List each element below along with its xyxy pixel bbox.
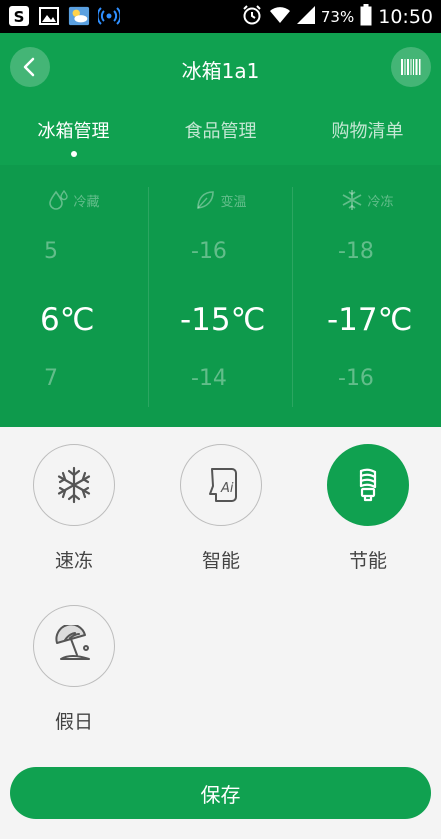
tab-shopping-list[interactable]: 购物清单: [294, 117, 441, 157]
mode-label: 速冻: [54, 550, 93, 572]
zone-name: 冷藏: [73, 194, 100, 210]
temp-option-above[interactable]: -16: [191, 239, 227, 264]
weather-icon: [68, 5, 90, 27]
snowflake-icon: [57, 466, 91, 504]
wireless-broadcast-icon: [98, 5, 120, 27]
app-s-icon: S: [8, 5, 30, 27]
temp-option-above[interactable]: 5: [44, 239, 58, 264]
battery-icon: [360, 3, 372, 30]
tab-fridge-management[interactable]: 冰箱管理: [0, 117, 147, 157]
mode-circle: [33, 444, 115, 526]
mode-quick-freeze-button[interactable]: 速冻: [33, 444, 115, 573]
snowflake-icon: [343, 190, 362, 210]
temperature-panel: 冷藏 5 6℃ 7 变温 -16 -15℃ -14 冷冻 -18 -17℃ -1…: [0, 165, 441, 427]
system-icons: 73% 10:50: [241, 0, 433, 33]
energy-bulb-icon: [359, 468, 377, 502]
tab-label: 冰箱管理: [37, 121, 110, 142]
app-header: 冰箱1a1 冰箱管理 食品管理 购物清单: [0, 33, 441, 165]
temp-option-above[interactable]: -18: [338, 239, 374, 264]
tab-food-management[interactable]: 食品管理: [147, 117, 294, 157]
zone-header: 冷冻: [294, 189, 441, 211]
barcode-icon: [401, 59, 421, 75]
mode-circle: Ai: [180, 444, 262, 526]
mode-energy-save-button[interactable]: 节能: [327, 444, 409, 573]
svg-text:S: S: [14, 8, 25, 26]
status-bar: S 73% 10:50: [0, 0, 441, 33]
zone-header: 变温: [147, 189, 294, 211]
temp-current: -15℃: [180, 302, 266, 338]
temp-current: 6℃: [40, 302, 95, 338]
scan-barcode-button[interactable]: [391, 47, 431, 87]
alarm-icon: [241, 4, 263, 30]
svg-text:Ai: Ai: [220, 481, 234, 496]
page-title: 冰箱1a1: [181, 59, 260, 83]
zone-header: 冷藏: [0, 189, 147, 211]
mode-label: 节能: [348, 550, 387, 572]
tab-label: 食品管理: [184, 121, 257, 142]
temp-option-below[interactable]: 7: [44, 366, 58, 391]
mode-circle: [327, 444, 409, 526]
zone-name: 变温: [220, 194, 247, 210]
tab-bar: 冰箱管理 食品管理 购物清单: [0, 117, 441, 157]
notification-icons: S: [8, 5, 120, 27]
water-drop-icon: [49, 189, 69, 210]
temp-option-below[interactable]: -16: [338, 366, 374, 391]
mode-label: 智能: [201, 550, 240, 572]
zone-variable-temp[interactable]: 变温 -16 -15℃ -14: [147, 165, 294, 427]
zone-refrigerate[interactable]: 冷藏 5 6℃ 7: [0, 165, 147, 427]
tab-label: 购物清单: [331, 121, 404, 142]
mode-selector: 速冻 Ai 智能 节能 假日: [0, 427, 441, 767]
zone-freeze[interactable]: 冷冻 -18 -17℃ -16: [294, 165, 441, 427]
temp-current: -17℃: [327, 302, 413, 338]
clock: 10:50: [378, 5, 433, 28]
mode-circle: [33, 605, 115, 687]
save-button[interactable]: 保存: [10, 767, 431, 819]
mode-smart-button[interactable]: Ai 智能: [180, 444, 262, 573]
mode-label: 假日: [54, 711, 93, 733]
wifi-icon: [269, 5, 291, 29]
zone-name: 冷冻: [367, 194, 394, 210]
leaf-icon: [197, 191, 215, 209]
mode-holiday-button[interactable]: 假日: [33, 605, 115, 734]
signal-icon: [296, 5, 315, 28]
temp-option-below[interactable]: -14: [191, 366, 227, 391]
battery-percent: 73%: [320, 7, 355, 26]
divider: [292, 187, 293, 407]
ai-head-icon: Ai: [209, 468, 237, 502]
active-tab-indicator: [70, 151, 77, 157]
gallery-icon: [38, 5, 60, 27]
beach-umbrella-icon: [55, 625, 90, 660]
